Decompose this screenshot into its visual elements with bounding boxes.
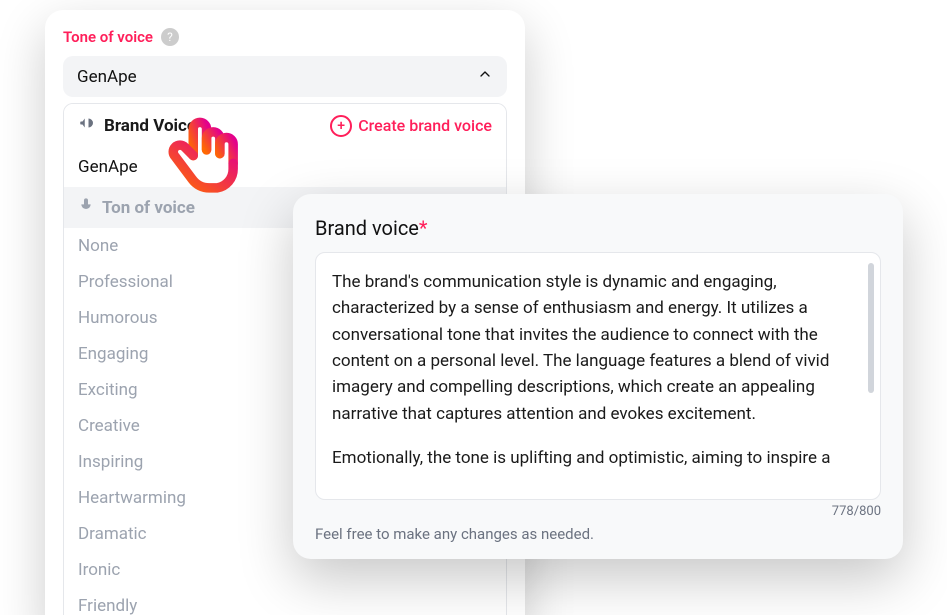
brand-voice-textarea[interactable]: The brand's communication style is dynam… (315, 252, 881, 500)
brand-voice-text-p1: The brand's communication style is dynam… (332, 269, 856, 427)
required-star: * (419, 216, 428, 240)
tone-header: Tone of voice ? (63, 28, 507, 46)
megaphone-icon (78, 114, 96, 137)
tone-option[interactable]: Friendly (64, 588, 506, 615)
plus-circle-icon: + (330, 115, 352, 137)
brand-voice-field-label: Brand voice* (315, 216, 881, 240)
tone-select-value: GenApe (77, 67, 137, 87)
brand-voice-editor: Brand voice* The brand's communication s… (293, 194, 903, 559)
microphone-icon (78, 197, 94, 218)
brand-voice-section-header: Brand Voice + Create brand voice (64, 104, 506, 147)
create-brand-voice-label: Create brand voice (358, 116, 492, 135)
brand-voice-option-genape[interactable]: GenApe (64, 147, 506, 187)
tone-select[interactable]: GenApe (63, 56, 507, 97)
brand-voice-option-label: GenApe (78, 157, 138, 177)
char-count: 778/800 (315, 504, 881, 519)
scrollbar[interactable] (868, 263, 874, 393)
helper-text: Feel free to make any changes as needed. (315, 525, 881, 543)
help-icon[interactable]: ? (161, 28, 179, 46)
brand-voice-text-p2: Emotionally, the tone is uplifting and o… (332, 445, 856, 471)
chevron-up-icon (477, 66, 493, 87)
create-brand-voice-button[interactable]: + Create brand voice (330, 115, 492, 137)
pointer-hand-icon (160, 110, 255, 205)
tone-header-label: Tone of voice (63, 28, 153, 46)
